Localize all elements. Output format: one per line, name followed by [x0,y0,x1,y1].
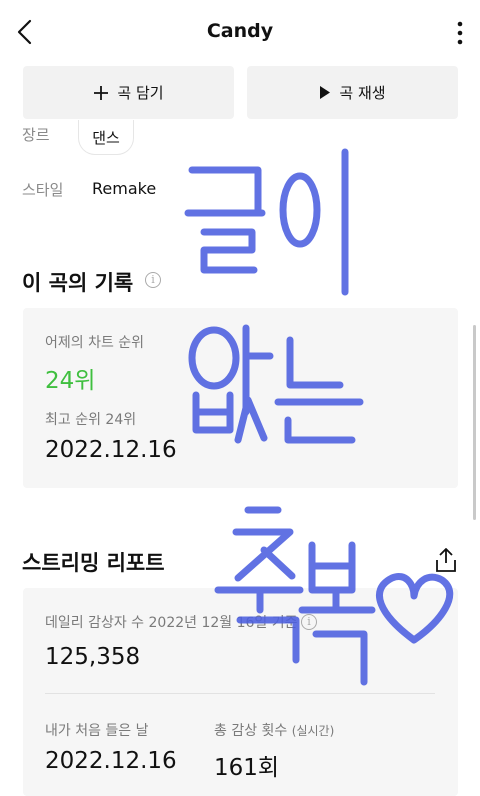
streaming-section-title: 스트리밍 리포트 [22,551,165,575]
more-options-icon[interactable] [454,20,466,46]
total-plays-label-text: 총 감상 횟수 [214,723,288,739]
play-song-button[interactable]: 곡 재생 [247,66,458,119]
plus-icon [94,85,109,100]
divider [45,693,435,694]
first-listen-label: 내가 처음 들은 날 [45,723,149,739]
yesterday-rank-value: 24위 [45,368,96,394]
first-listen-value: 2022.12.16 [45,748,177,774]
record-section-title: 이 곡의 기록 [22,271,134,295]
header-bar: Candy [0,0,480,64]
page-title: Candy [206,20,274,42]
info-icon[interactable]: i [145,272,161,288]
genre-label: 장르 [22,126,50,144]
total-plays-label: 총 감상 횟수 (실시간) [214,720,334,740]
add-song-button[interactable]: 곡 담기 [23,66,234,119]
daily-listeners-label: 데일리 감상자 수 2022년 12월 16일 기준 [45,615,298,631]
best-rank-date: 2022.12.16 [45,437,177,463]
total-plays-realtime: (실시간) [291,724,335,738]
daily-listeners-value: 125,358 [45,644,141,670]
play-song-label: 곡 재생 [339,84,386,102]
best-rank-label: 최고 순위 24위 [45,412,137,428]
add-song-label: 곡 담기 [117,84,164,102]
genre-chip[interactable]: 댄스 [78,120,134,155]
play-icon [320,86,331,99]
total-plays-value: 161회 [214,755,280,781]
yesterday-rank-label: 어제의 차트 순위 [45,335,145,351]
style-value: Remake [92,179,157,198]
info-icon[interactable]: i [301,614,317,630]
share-icon[interactable] [434,547,458,573]
scrollbar[interactable] [473,325,476,520]
style-label: 스타일 [22,181,64,199]
